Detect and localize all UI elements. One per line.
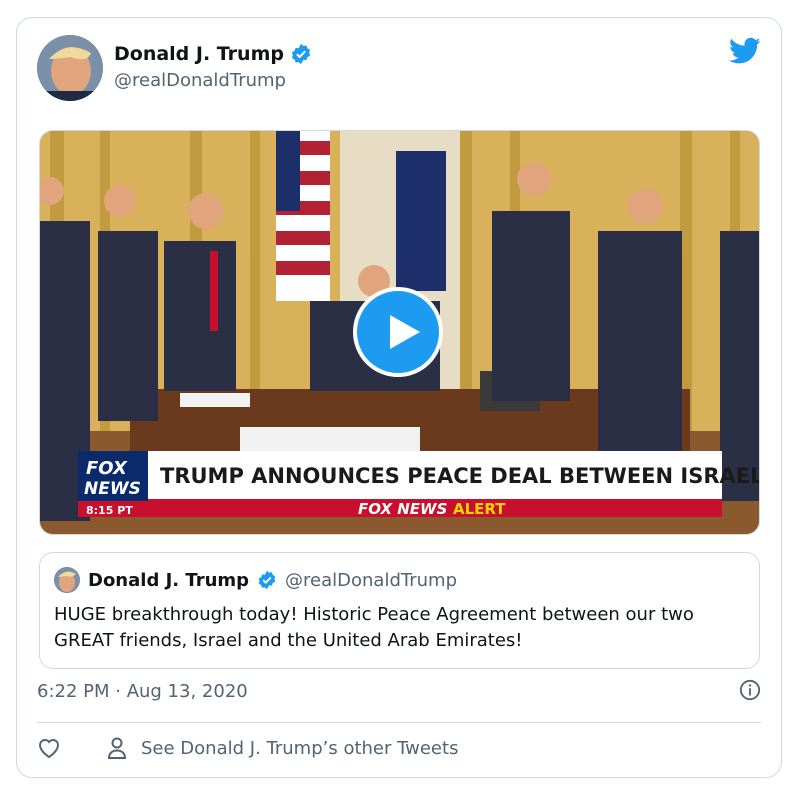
chyron-text: TRUMP ANNOUNCES PEACE DEAL BETWEEN ISRAE… [160, 464, 760, 488]
tweet-timestamp[interactable]: 6:22 PM · Aug 13, 2020 [37, 681, 248, 702]
verified-badge-icon [291, 43, 311, 65]
quoted-avatar [54, 567, 80, 593]
presidential-flag [396, 151, 446, 291]
alert-brand: FOX NEWS [358, 500, 447, 518]
heart-icon[interactable] [37, 737, 61, 759]
quoted-tweet-header: Donald J. Trump @realDonaldTrump [54, 567, 457, 593]
tweet-actions: See Donald J. Trump’s other Tweets [37, 737, 458, 759]
quoted-author-name: Donald J. Trump [88, 569, 250, 591]
verified-badge-icon [258, 570, 276, 590]
author-name[interactable]: Donald J. Trump [114, 42, 284, 66]
author-name-row[interactable]: Donald J. Trump [114, 42, 312, 66]
author-handle[interactable]: @realDonaldTrump [114, 70, 286, 91]
person-icon [107, 737, 127, 759]
play-button[interactable] [353, 287, 443, 377]
alert-word: ALERT [453, 500, 506, 518]
fox-logo-bottom: NEWS [84, 479, 141, 499]
see-other-tweets-link[interactable]: See Donald J. Trump’s other Tweets [141, 738, 458, 759]
twitter-bird-icon[interactable] [729, 37, 761, 65]
fox-logo-top: FOX [86, 458, 128, 479]
tweet-card[interactable]: Donald J. Trump @realDonaldTrump TRUMP A… [16, 17, 782, 778]
video-thumbnail[interactable]: TRUMP ANNOUNCES PEACE DEAL BETWEEN ISRAE… [39, 130, 760, 535]
divider [37, 722, 761, 723]
quoted-tweet[interactable]: Donald J. Trump @realDonaldTrump HUGE br… [39, 552, 760, 669]
quoted-author-handle: @realDonaldTrump [285, 569, 457, 591]
avatar[interactable] [37, 35, 103, 101]
broadcast-time: 8:15 PT [86, 504, 133, 517]
info-icon[interactable] [739, 679, 761, 701]
quoted-tweet-text: HUGE breakthrough today! Historic Peace … [54, 604, 694, 651]
us-flag [276, 131, 330, 301]
